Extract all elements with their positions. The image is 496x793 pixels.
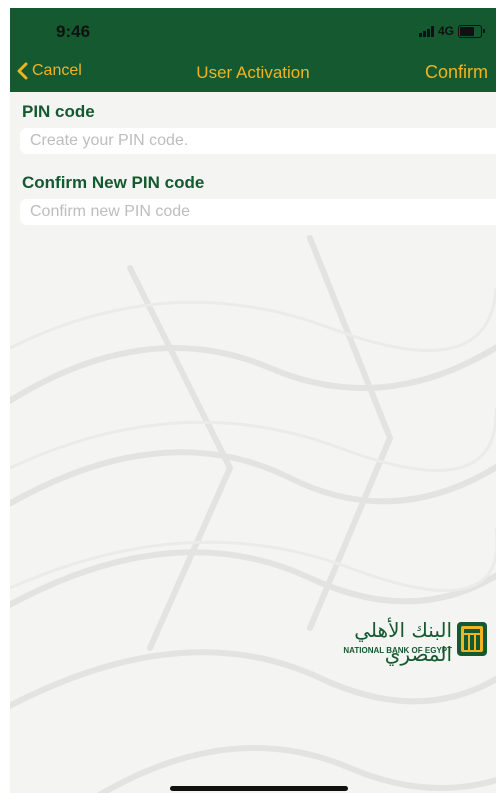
status-indicators: 4G <box>418 24 485 38</box>
status-time: 9:46 <box>56 22 91 41</box>
status-bar: 9:46 4G <box>10 8 496 54</box>
signal-icon <box>418 25 434 37</box>
pin-code-input[interactable] <box>20 128 496 154</box>
confirm-pin-code-input[interactable] <box>20 199 496 225</box>
navigation-bar: Cancel User Activation Confirm <box>10 54 496 92</box>
nbe-logo-icon <box>457 622 487 656</box>
background-pattern <box>10 235 496 793</box>
app-screen: 9:46 4G Cancel User Activation Confirm P… <box>10 8 496 793</box>
logo-arabic-text: البنك الأهلي المصري <box>354 618 452 666</box>
bank-logo: البنك الأهلي المصري NATIONAL BANK OF EGY… <box>316 618 488 666</box>
battery-icon <box>458 24 485 38</box>
pin-code-label: PIN code <box>22 102 95 121</box>
network-label: 4G <box>437 24 454 38</box>
home-indicator[interactable] <box>170 786 348 791</box>
confirm-button[interactable]: Confirm <box>425 62 488 83</box>
confirm-pin-code-label: Confirm New PIN code <box>22 173 205 192</box>
page-title: User Activation <box>196 63 310 82</box>
logo-english-text: NATIONAL BANK OF EGYPT <box>343 646 452 655</box>
